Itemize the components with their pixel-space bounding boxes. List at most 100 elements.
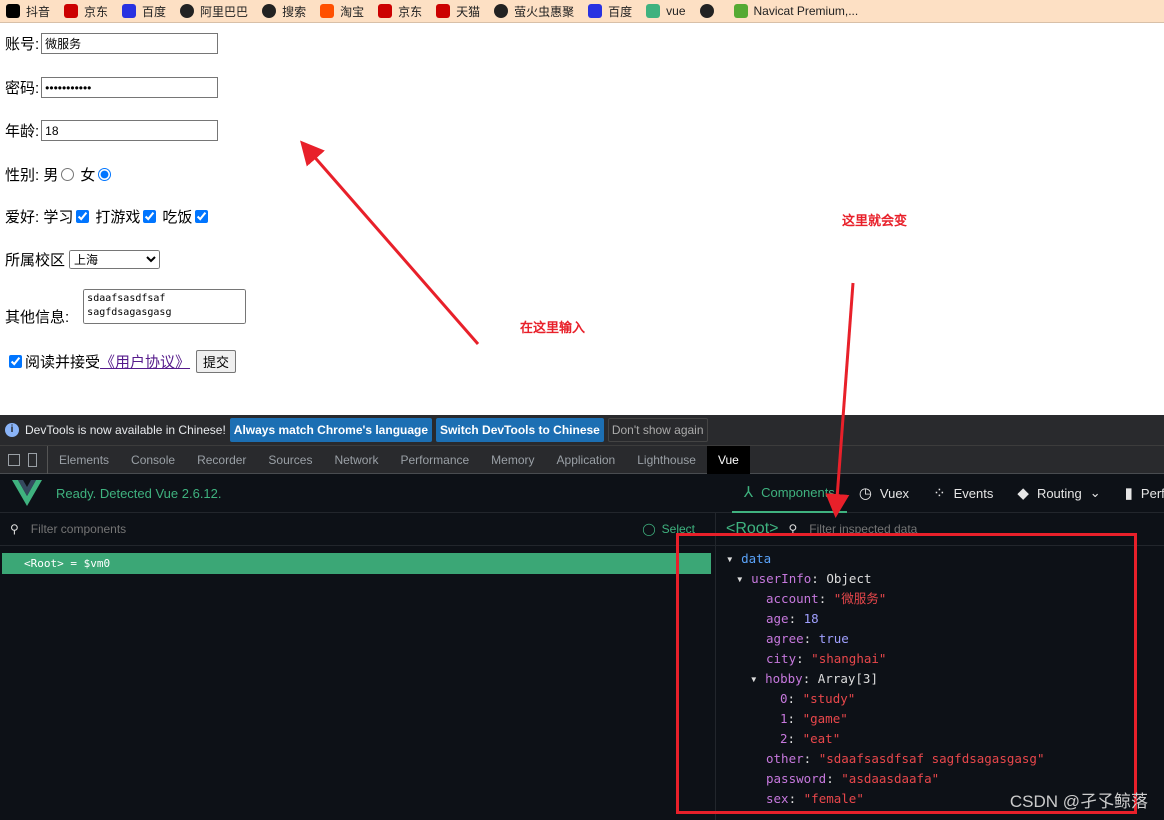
bookmark-item[interactable] bbox=[699, 4, 720, 18]
tab-performance[interactable]: Performance bbox=[389, 446, 480, 474]
vue-tab-label: Vuex bbox=[879, 485, 910, 501]
bookmark-label: 搜索 bbox=[282, 4, 307, 19]
bookmark-item[interactable]: vue bbox=[646, 4, 686, 18]
routing-icon: ◆ bbox=[1017, 485, 1029, 502]
hobby-study-checkbox[interactable] bbox=[76, 210, 90, 223]
inspect-element-icon[interactable] bbox=[8, 453, 20, 466]
bookmark-label: 京东 bbox=[398, 4, 423, 19]
vue-tab-routing[interactable]: ◆ Routing ⌄ bbox=[1005, 474, 1112, 513]
age-input[interactable] bbox=[41, 120, 219, 141]
bookmark-label: 萤火虫惠聚 bbox=[514, 4, 575, 19]
other-label: 其他信息: bbox=[5, 309, 70, 326]
tab-console[interactable]: Console bbox=[120, 446, 186, 474]
agree-checkbox[interactable] bbox=[9, 355, 22, 368]
component-root-item[interactable]: <Root> = $vm0 bbox=[2, 553, 711, 574]
tab-vue[interactable]: Vue bbox=[706, 445, 750, 474]
male-radio[interactable] bbox=[61, 168, 75, 181]
bookmark-item[interactable]: Navicat Premium,... bbox=[733, 4, 858, 18]
hobby-game-label: 打游戏 bbox=[95, 209, 141, 226]
vue-tab-label: Perfo bbox=[1140, 485, 1164, 501]
bookmark-item[interactable]: 京东 bbox=[378, 3, 422, 20]
bookmark-item[interactable]: 百度 bbox=[122, 3, 166, 20]
hobby-game-checkbox[interactable] bbox=[143, 210, 157, 223]
annotation-highlight-box bbox=[676, 533, 1137, 814]
city-label: 所属校区 bbox=[5, 252, 66, 269]
hobby-label: 爱好: bbox=[5, 209, 40, 226]
bookmark-item[interactable]: 天猫 bbox=[436, 3, 480, 20]
baidu-icon bbox=[122, 4, 137, 18]
submit-button[interactable]: 提交 bbox=[196, 350, 237, 373]
annotation-input-here: 在这里输入 bbox=[520, 320, 586, 335]
bookmark-label: 抖音 bbox=[26, 4, 51, 19]
watermark: CSDN @孑孓鲸落 bbox=[1009, 792, 1148, 811]
agree-text: 阅读并接受 bbox=[25, 354, 101, 371]
password-input[interactable] bbox=[41, 77, 219, 98]
chevron-down-icon[interactable]: ⌄ bbox=[1090, 485, 1101, 501]
vue-logo-icon bbox=[12, 480, 42, 506]
hobby-eat-checkbox[interactable] bbox=[195, 210, 209, 223]
bookmark-item[interactable]: 萤火虫惠聚 bbox=[494, 3, 574, 20]
taobao-icon bbox=[320, 4, 335, 18]
bookmark-item[interactable]: 淘宝 bbox=[320, 3, 364, 20]
device-toolbar-icon[interactable] bbox=[28, 452, 37, 467]
vue-tab-components[interactable]: ⅄ Components bbox=[731, 474, 847, 513]
city-select[interactable]: 上海 bbox=[69, 250, 161, 269]
search-icon: ⚲ bbox=[10, 522, 19, 536]
always-match-language-button[interactable]: Always match Chrome's language bbox=[229, 418, 433, 442]
tab-lighthouse[interactable]: Lighthouse bbox=[626, 446, 707, 474]
form-page: 账号: 密码: 年龄: 性别: 男 女 爱好: 学习 打游戏 吃饭 所属校区上海 其他… bbox=[0, 23, 1164, 415]
devtools-tabbar: Elements Console Recorder Sources Network Per… bbox=[0, 445, 1164, 474]
root-vm: = $vm0 bbox=[70, 557, 111, 570]
globe-icon bbox=[699, 4, 714, 18]
performance-icon: ▮ bbox=[1124, 485, 1133, 502]
info-icon: i bbox=[5, 423, 19, 437]
bookmark-item[interactable]: 搜索 bbox=[262, 3, 306, 20]
other-textarea[interactable]: sdaafsasdfsaf sagfdsagasgasg bbox=[83, 289, 247, 324]
globe-icon bbox=[262, 4, 277, 18]
bookmark-label: vue bbox=[666, 4, 686, 18]
navicat-icon bbox=[733, 4, 748, 18]
tab-recorder[interactable]: Recorder bbox=[186, 446, 257, 474]
bookmark-item[interactable]: 抖音 bbox=[6, 3, 50, 20]
agreement-link[interactable]: 《用户协议》 bbox=[100, 351, 190, 372]
bookmark-label: 阿里巴巴 bbox=[200, 4, 249, 19]
root-tag: <Root> bbox=[24, 557, 64, 570]
bookmark-item[interactable]: 京东 bbox=[64, 3, 108, 20]
bookmark-item[interactable]: 阿里巴巴 bbox=[180, 3, 248, 20]
tmall-icon bbox=[436, 4, 451, 18]
bookmark-label: 百度 bbox=[142, 4, 167, 19]
tab-application[interactable]: Application bbox=[546, 446, 627, 474]
bookmark-label: 京东 bbox=[84, 4, 109, 19]
bookmark-item[interactable]: 百度 bbox=[588, 3, 632, 20]
jd-icon bbox=[378, 4, 393, 18]
age-label: 年龄: bbox=[5, 123, 40, 140]
tab-network[interactable]: Network bbox=[323, 446, 389, 474]
select-component-icon[interactable]: ◯ bbox=[642, 522, 655, 536]
account-input[interactable] bbox=[41, 33, 219, 54]
vue-tab-perfo[interactable]: ▮ Perfo bbox=[1113, 474, 1164, 513]
account-label: 账号: bbox=[5, 36, 40, 53]
female-radio[interactable] bbox=[98, 168, 112, 181]
vue-tab-events[interactable]: ⁘ Events bbox=[921, 474, 1005, 513]
male-label: 男 bbox=[43, 167, 59, 184]
tab-sources[interactable]: Sources bbox=[257, 446, 323, 474]
vue-tab-label: Events bbox=[953, 485, 994, 501]
jd-icon bbox=[64, 4, 79, 18]
switch-to-chinese-button[interactable]: Switch DevTools to Chinese bbox=[436, 418, 604, 442]
vue-tab-vuex[interactable]: ◷ Vuex bbox=[847, 474, 921, 513]
vue-devtools-header: Ready. Detected Vue 2.6.12. ⅄ Components ◷… bbox=[0, 474, 1164, 513]
bookmark-label: 淘宝 bbox=[340, 4, 365, 19]
bookmark-label: 百度 bbox=[608, 4, 633, 19]
devtools-infobar: i DevTools is now available in Chinese! … bbox=[0, 415, 1164, 446]
tab-elements[interactable]: Elements bbox=[48, 446, 120, 474]
baidu-icon bbox=[588, 4, 603, 18]
components-panel: ⚲◯Select <Root> = $vm0 bbox=[0, 513, 716, 820]
female-label: 女 bbox=[80, 167, 96, 184]
dont-show-again-button[interactable]: Don't show again bbox=[607, 418, 708, 442]
vue-tab-label: Routing bbox=[1036, 485, 1082, 501]
tiktok-icon bbox=[6, 4, 20, 18]
password-label: 密码: bbox=[5, 80, 40, 97]
annotation-changes-here: 这里就会变 bbox=[842, 213, 908, 228]
filter-components-input[interactable] bbox=[30, 522, 643, 536]
tab-memory[interactable]: Memory bbox=[480, 446, 545, 474]
